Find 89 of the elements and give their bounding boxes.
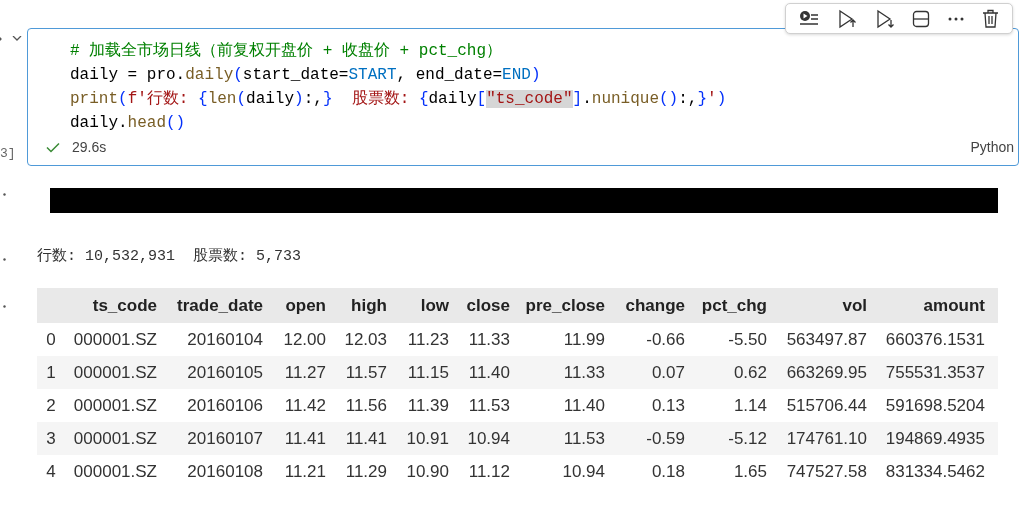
table-cell: -0.66 [605, 323, 685, 356]
table-cell: 831334.5462 [867, 455, 998, 488]
table-cell: 000001.SZ [65, 323, 157, 356]
column-header: pre_close [510, 288, 605, 323]
table-cell: 0.07 [605, 356, 685, 389]
row-index: 3 [37, 422, 65, 455]
row-index: 2 [37, 389, 65, 422]
execution-time: 29.6s [72, 139, 107, 155]
table-cell: 11.41 [326, 422, 387, 455]
run-by-line-icon[interactable] [798, 9, 819, 28]
table-cell: 12.03 [326, 323, 387, 356]
table-cell: 000001.SZ [65, 455, 157, 488]
column-header: vol [767, 288, 867, 323]
table-cell: 0.62 [685, 356, 767, 389]
column-header: change [605, 288, 685, 323]
column-header: pct_chg [685, 288, 767, 323]
table-cell: 20160106 [157, 389, 263, 422]
output-more-icon[interactable] [0, 258, 7, 261]
column-header: open [263, 288, 326, 323]
table-cell: 563497.87 [767, 323, 867, 356]
table-cell: 755531.3537 [867, 356, 998, 389]
delete-icon[interactable] [982, 9, 1000, 28]
table-cell: 10.94 [449, 422, 510, 455]
table-cell: 10.94 [510, 455, 605, 488]
column-header: close [449, 288, 510, 323]
table-cell: 515706.44 [767, 389, 867, 422]
table-cell: 194869.4935 [867, 422, 998, 455]
table-cell: 20160107 [157, 422, 263, 455]
table-cell: 11.53 [510, 422, 605, 455]
table-cell: 0.18 [605, 455, 685, 488]
table-cell: 1.65 [685, 455, 767, 488]
table-cell: 10.91 [387, 422, 449, 455]
table-cell: -0.59 [605, 422, 685, 455]
run-above-icon[interactable] [836, 8, 857, 29]
table-cell: 591698.5204 [867, 389, 998, 422]
table-cell: 11.99 [510, 323, 605, 356]
table-cell: 11.33 [449, 323, 510, 356]
table-cell: 11.15 [387, 356, 449, 389]
column-header: ts_code [65, 288, 157, 323]
output-more-icon[interactable] [0, 193, 7, 196]
table-cell: -5.50 [685, 323, 767, 356]
table-cell: 20160108 [157, 455, 263, 488]
table-cell: 11.39 [387, 389, 449, 422]
table-cell: 000001.SZ [65, 422, 157, 455]
table-cell: 11.29 [326, 455, 387, 488]
table-cell: 11.53 [449, 389, 510, 422]
table-cell: -5.12 [685, 422, 767, 455]
table-cell: 663269.95 [767, 356, 867, 389]
more-icon[interactable] [948, 16, 965, 21]
chevron-down-icon[interactable] [12, 36, 22, 42]
column-header: high [326, 288, 387, 323]
row-index: 0 [37, 323, 65, 356]
language-label[interactable]: Python [970, 139, 1014, 155]
table-cell: 11.12 [449, 455, 510, 488]
table-cell: 11.33 [510, 356, 605, 389]
table-cell: 11.40 [510, 389, 605, 422]
table-cell: 660376.1531 [867, 323, 998, 356]
table-cell: 12.00 [263, 323, 326, 356]
table-cell: 11.23 [387, 323, 449, 356]
table-cell: 20160104 [157, 323, 263, 356]
output-text: 行数: 10,532,931 股票数: 5,733 [37, 247, 302, 265]
table-cell: 11.40 [449, 356, 510, 389]
row-index: 4 [37, 455, 65, 488]
table-cell: 10.90 [387, 455, 449, 488]
table-cell: 000001.SZ [65, 389, 157, 422]
table-cell: 11.41 [263, 422, 326, 455]
run-below-icon[interactable] [874, 8, 895, 29]
table-cell: 000001.SZ [65, 356, 157, 389]
row-index: 1 [37, 356, 65, 389]
table-cell: 747527.58 [767, 455, 867, 488]
table-cell: 11.57 [326, 356, 387, 389]
code-line: # 加载全市场日线（前复权开盘价 + 收盘价 + pct_chg） [70, 40, 504, 62]
table-cell: 11.27 [263, 356, 326, 389]
split-cell-icon[interactable] [912, 9, 931, 28]
column-header: amount [867, 288, 998, 323]
table-cell: 20160105 [157, 356, 263, 389]
table-cell: 11.56 [326, 389, 387, 422]
code-line: daily = pro.daily(start_date=START, end_date=END) [70, 65, 542, 86]
column-header: trade_date [157, 288, 263, 323]
table-cell: 11.21 [263, 455, 326, 488]
execution-count: 3] [0, 146, 16, 161]
table-cell: 11.42 [263, 389, 326, 422]
code-line: print(f'行数: {len(daily):,} 股票数: {daily["ts_code"].nunique():,}') [70, 89, 728, 110]
code-line: daily.head() [70, 113, 187, 134]
column-header: low [387, 288, 449, 323]
table-cell: 1.14 [685, 389, 767, 422]
table-cell: 174761.10 [767, 422, 867, 455]
output-more-icon[interactable] [0, 305, 7, 308]
table-cell: 0.13 [605, 389, 685, 422]
